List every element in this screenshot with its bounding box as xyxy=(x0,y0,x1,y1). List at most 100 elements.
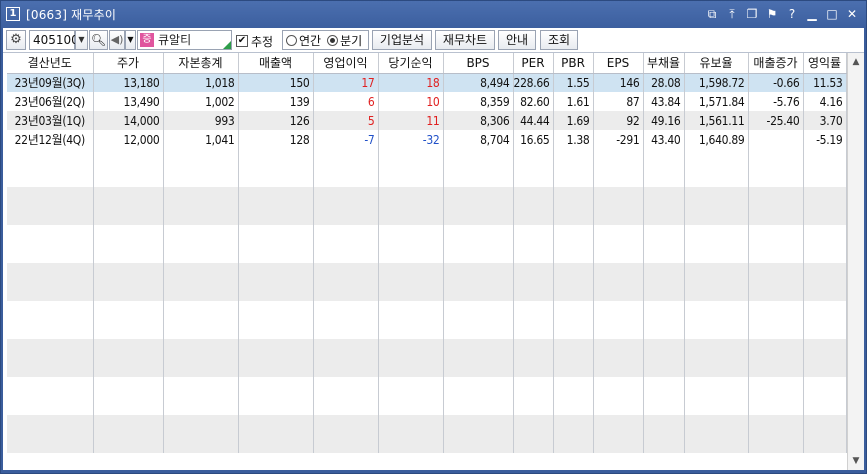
flag-icon[interactable]: ⚑ xyxy=(764,5,780,23)
copy-icon[interactable]: ❐ xyxy=(744,5,760,23)
empty-row[interactable] xyxy=(7,187,847,206)
table-cell xyxy=(313,358,379,377)
table-cell xyxy=(513,320,554,339)
estimate-checkbox[interactable]: ✔ xyxy=(236,35,248,47)
table-cell: 13,180 xyxy=(93,73,164,92)
column-header[interactable]: 영익률 xyxy=(803,53,847,74)
table-cell xyxy=(378,396,444,415)
table-row[interactable]: 23년03월(1Q) 14,000 993 126 5 11 8,306 44.44 1.69 9… xyxy=(7,111,847,130)
column-header[interactable]: 매출증가 xyxy=(748,53,804,74)
title-bar-controls: ⧉ ⤒ ❐ ⚑ ? ▁ □ ✕ xyxy=(704,5,860,23)
column-header[interactable]: EPS xyxy=(593,53,644,74)
table-cell xyxy=(238,301,314,320)
empty-row[interactable] xyxy=(7,415,847,434)
table-cell xyxy=(313,225,379,244)
search-icon[interactable]: 🔍︎ xyxy=(89,30,108,50)
empty-row[interactable] xyxy=(7,396,847,415)
company-analysis-button[interactable]: 기업분석 xyxy=(372,30,432,50)
column-header[interactable]: PBR xyxy=(553,53,594,74)
stock-name: 큐알티 xyxy=(158,33,192,47)
column-header[interactable]: PER xyxy=(513,53,554,74)
empty-row[interactable] xyxy=(7,206,847,225)
table-cell xyxy=(553,187,594,206)
column-header[interactable]: 당기순익 xyxy=(378,53,444,74)
help-icon[interactable]: ? xyxy=(784,5,800,23)
table-cell xyxy=(93,320,164,339)
table-cell xyxy=(93,244,164,263)
financial-table: 결산년도 주가 자본총계 매출액 영업이익 당기순익 BPS PER PBR EPS 부채율 유보율 매… xyxy=(7,53,847,453)
table-row[interactable]: 23년06월(2Q) 13,490 1,002 139 6 10 8,359 82.60 1.6… xyxy=(7,92,847,111)
empty-row[interactable] xyxy=(7,168,847,187)
speaker-icon[interactable]: ◀) xyxy=(109,30,125,50)
column-header[interactable]: 매출액 xyxy=(238,53,314,74)
column-header[interactable]: BPS xyxy=(443,53,514,74)
column-header[interactable]: 영업이익 xyxy=(313,53,379,74)
financial-chart-button[interactable]: 재무차트 xyxy=(435,30,495,50)
guide-button[interactable]: 안내 xyxy=(498,30,536,50)
radio-annual[interactable] xyxy=(286,34,297,46)
table-cell xyxy=(163,415,239,434)
column-header[interactable]: 부채율 xyxy=(643,53,685,74)
table-cell xyxy=(553,339,594,358)
chevron-down-icon[interactable]: ▼ xyxy=(75,30,88,50)
column-header[interactable]: 유보율 xyxy=(684,53,749,74)
empty-row[interactable] xyxy=(7,149,847,168)
table-cell xyxy=(553,396,594,415)
empty-row[interactable] xyxy=(7,301,847,320)
speaker-dropdown-icon[interactable]: ▼ xyxy=(125,30,136,50)
stock-name-field[interactable]: 증 큐알티 xyxy=(137,30,232,50)
table-cell: 14,000 xyxy=(93,111,164,130)
table-cell xyxy=(313,168,379,187)
estimate-checkbox-group[interactable]: ✔ 추정 xyxy=(236,32,273,50)
table-cell xyxy=(513,282,554,301)
empty-row[interactable] xyxy=(7,434,847,453)
title-bar[interactable]: 1 [0663] 재무추이 ⧉ ⤒ ❐ ⚑ ? ▁ □ ✕ xyxy=(1,1,866,28)
table-cell xyxy=(163,168,239,187)
pin-icon[interactable]: ⤒ xyxy=(724,5,740,23)
table-cell xyxy=(593,339,644,358)
table-cell xyxy=(378,244,444,263)
table-cell xyxy=(238,168,314,187)
query-button[interactable]: 조회 xyxy=(540,30,578,50)
scroll-down-icon[interactable]: ▼ xyxy=(850,454,862,468)
table-cell: 126 xyxy=(238,111,314,130)
minimize-icon[interactable]: ▁ xyxy=(804,5,820,23)
empty-row[interactable] xyxy=(7,263,847,282)
empty-row[interactable] xyxy=(7,377,847,396)
stock-code-input[interactable]: 405100 xyxy=(29,30,79,50)
table-cell xyxy=(443,396,514,415)
empty-row[interactable] xyxy=(7,339,847,358)
empty-row[interactable] xyxy=(7,225,847,244)
column-header[interactable]: 결산년도 xyxy=(7,53,94,74)
table-cell: -291 xyxy=(593,130,644,149)
table-cell xyxy=(748,130,804,149)
table-cell xyxy=(238,339,314,358)
vertical-scrollbar[interactable]: ▲ ▼ xyxy=(847,53,864,470)
table-row[interactable]: 22년12월(4Q) 12,000 1,041 128 -7 -32 8,704 16.65 1… xyxy=(7,130,847,149)
table-cell: 1.38 xyxy=(553,130,594,149)
settings-gear-icon[interactable]: ⚙ xyxy=(6,30,26,50)
table-row[interactable]: 23년09월(3Q) 13,180 1,018 150 17 18 8,494 228.66 1… xyxy=(7,73,847,92)
close-icon[interactable]: ✕ xyxy=(844,5,860,23)
empty-row[interactable] xyxy=(7,282,847,301)
table-cell xyxy=(553,320,594,339)
table-cell xyxy=(313,415,379,434)
scroll-up-icon[interactable]: ▲ xyxy=(850,55,862,69)
table-cell: 1,598.72 xyxy=(684,73,749,92)
table-cell xyxy=(803,244,847,263)
link-icon[interactable]: ⧉ xyxy=(704,5,720,23)
radio-quarter[interactable] xyxy=(327,34,339,46)
empty-row[interactable] xyxy=(7,320,847,339)
table-cell xyxy=(93,396,164,415)
table-cell xyxy=(513,434,554,453)
table-cell xyxy=(593,263,644,282)
table-cell xyxy=(93,301,164,320)
table-cell xyxy=(643,206,685,225)
maximize-icon[interactable]: □ xyxy=(824,5,840,23)
period-radio-group: 연간 분기 xyxy=(282,30,369,50)
column-header[interactable]: 자본총계 xyxy=(163,53,239,74)
empty-row[interactable] xyxy=(7,358,847,377)
empty-row[interactable] xyxy=(7,244,847,263)
table-cell xyxy=(7,339,94,358)
column-header[interactable]: 주가 xyxy=(93,53,164,74)
